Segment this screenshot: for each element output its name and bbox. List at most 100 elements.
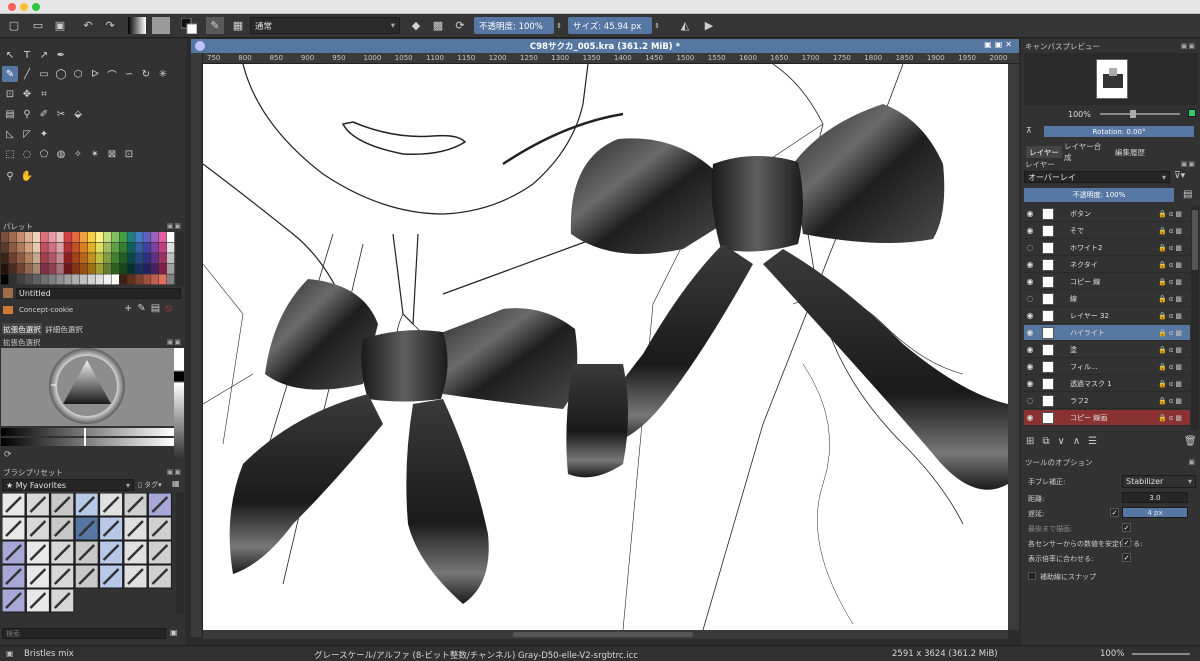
layer-lock-alpha-icons[interactable]: 🔒α▩ [1158,312,1184,320]
new-document-icon[interactable]: ▢ [6,17,22,34]
palette-swatch[interactable] [8,263,17,274]
layer-lock-alpha-icons[interactable]: 🔒α▩ [1158,397,1184,405]
palette-swatch[interactable] [95,232,104,242]
gradient-cursor[interactable] [84,428,86,446]
smart-patch-icon[interactable]: ✂ [53,106,69,122]
layer-lock-alpha-icons[interactable]: 🔒α▩ [1158,295,1184,303]
magnetic-select-icon[interactable]: ⊡ [121,146,137,162]
palette-swatch[interactable] [111,242,119,253]
palette-swatch[interactable] [143,253,151,264]
tool-options-float-close-icons[interactable]: ▣ [1188,458,1196,466]
visibility-eye-icon[interactable]: ◉ [1024,362,1036,371]
palette-swatch[interactable] [159,263,167,274]
fill-tool-icon[interactable]: ⬙ [70,106,86,122]
preview-thumbnail[interactable] [1096,59,1128,99]
palette-swatch[interactable] [127,253,135,264]
palette-swatch[interactable] [48,242,56,253]
palette-swatch[interactable] [16,274,25,285]
zoom-window-button[interactable] [32,3,40,11]
palette-swatch[interactable] [72,242,80,253]
text-tool-icon[interactable]: T [19,47,35,63]
palette-swatch[interactable] [8,274,17,285]
palette-swatch[interactable] [119,263,127,274]
palette-swatch[interactable] [87,274,96,285]
calligraphy-icon[interactable]: ✒ [53,47,69,63]
palette-swatch[interactable] [48,232,56,242]
layer-row[interactable]: ◉ ハイライト 🔒α▩ [1024,325,1190,341]
palette-swatch[interactable] [64,242,72,253]
color-wheel-triangle[interactable] [1,348,174,426]
layer-lock-alpha-icons[interactable]: 🔒α▩ [1158,380,1184,388]
palette-swatch[interactable] [1,232,9,242]
palette-swatch[interactable] [166,263,175,274]
rotation-slider[interactable]: Rotation: 0.00° [1044,126,1194,137]
palette-swatch[interactable] [166,253,175,264]
palette-swatch[interactable] [56,263,64,274]
palette-actions[interactable]: +✎▤⦸ [124,303,177,314]
palette-swatch[interactable] [111,274,119,285]
freehand-path-icon[interactable]: ∽ [121,66,137,82]
opacity-slider[interactable]: 不透明度: 100% [474,17,554,34]
palette-swatch[interactable] [72,274,80,285]
layer-row[interactable]: ◌ 線 🔒α▩ [1024,291,1190,307]
rect-select-icon[interactable]: ⬚ [2,146,18,162]
brush-preset-grid[interactable] [2,493,174,613]
palette-swatch[interactable] [95,253,104,264]
palette-swatch[interactable] [87,253,96,264]
size-slider[interactable]: サイズ: 45.94 px [568,17,652,34]
freehand-brush-icon[interactable]: ✎ [2,66,18,82]
selector-refresh-icon[interactable]: ⟳ [4,450,12,460]
palette-swatch[interactable] [16,232,25,242]
palette-swatch[interactable] [119,253,127,264]
status-zoom-slider[interactable] [1132,653,1190,655]
palette-swatch[interactable] [103,232,112,242]
palette-swatch[interactable] [56,242,64,253]
palette-swatch[interactable] [119,232,127,242]
select-shapes-icon[interactable]: ↖ [2,47,18,63]
layer-row[interactable]: ◌ ラフ2 🔒α▩ [1024,393,1190,409]
palette-swatch[interactable] [48,263,56,274]
palette-swatch[interactable] [103,263,112,274]
artwork[interactable] [203,64,1008,630]
palette-swatch[interactable] [24,263,33,274]
measure-tool-icon[interactable]: ◸ [19,126,35,142]
pan-tool-icon[interactable]: ✋ [19,168,35,184]
palette-swatch[interactable] [24,242,33,253]
tab-undo-history[interactable]: 編集履歴 [1110,146,1150,158]
zoom-tool-icon[interactable]: ⚲ [2,168,18,184]
line-tool-icon[interactable]: ╱ [19,66,35,82]
mirror-horizontal-icon[interactable]: ◭ [676,17,694,34]
layer-list-scrollbar[interactable] [1191,206,1199,430]
palette-swatch[interactable] [56,232,64,242]
palette-swatch[interactable] [127,242,135,253]
palette-swatch[interactable] [95,242,104,253]
palette-swatch[interactable] [1,274,9,285]
palette-swatch[interactable] [24,274,33,285]
palette-swatch[interactable] [56,274,64,285]
bezier-select-icon[interactable]: ⊠ [104,146,120,162]
canvas-preview[interactable] [1024,53,1198,105]
hidden-eye-icon[interactable]: ◌ [1024,243,1036,252]
brush-view-mode-icon[interactable]: ▦ [172,479,180,488]
palette-swatch[interactable] [32,263,40,274]
palette-swatch[interactable] [95,263,104,274]
visibility-eye-icon[interactable]: ◉ [1024,413,1036,422]
palette-swatch[interactable] [72,253,80,264]
bezier-tool-icon[interactable]: ⌒ [104,66,120,82]
brush-preset-icon[interactable]: ✎ [206,17,224,34]
palette-swatch[interactable] [8,253,17,264]
layer-thumbnail-toggle-icon[interactable]: ▤ [1183,189,1192,200]
palette-swatch[interactable] [32,242,40,253]
palette-swatch[interactable] [103,253,112,264]
minimize-window-button[interactable] [20,3,28,11]
layer-row[interactable]: ◉ そで 🔒α▩ [1024,223,1190,239]
preview-zoom-slider[interactable] [1100,110,1180,118]
close-window-button[interactable] [8,3,16,11]
canvas-horizontal-scrollbar[interactable] [203,630,1008,639]
palette-swatch[interactable] [127,263,135,274]
reload-preset-icon[interactable]: ⟳ [452,17,468,34]
color-picker-icon[interactable]: ⚲ [19,106,35,122]
palette-swatch[interactable] [64,253,72,264]
delete-layer-icon[interactable]: 🗑 [1184,436,1197,447]
layer-filter-icon[interactable]: ⊽▾ [1174,171,1185,181]
